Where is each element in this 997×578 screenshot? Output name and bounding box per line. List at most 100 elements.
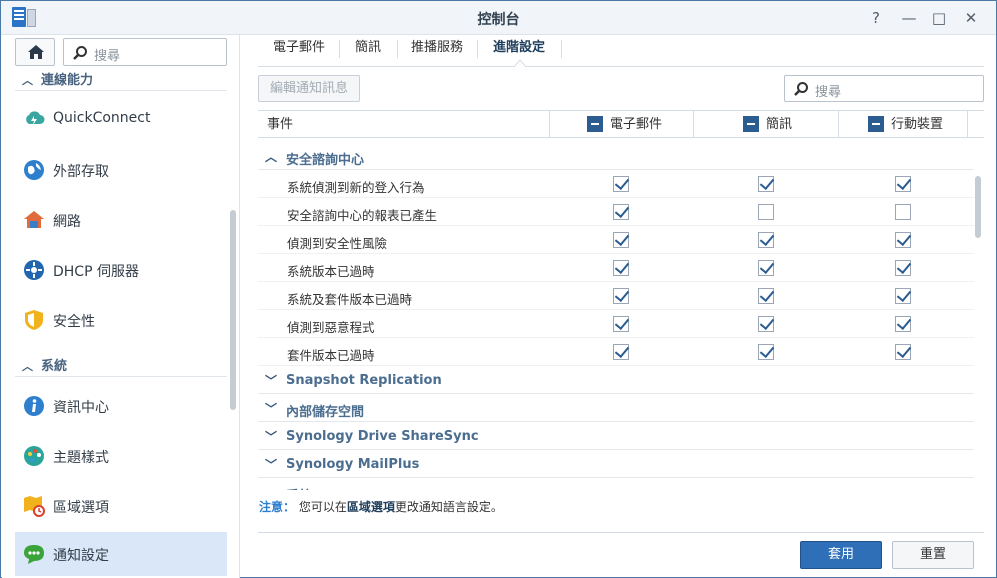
table-row: 套件版本已過時	[258, 338, 974, 366]
select-all-mobile-checkbox[interactable]	[868, 116, 884, 132]
header-separator	[967, 111, 968, 138]
info-icon	[24, 396, 44, 416]
mobile-checkbox[interactable]	[895, 176, 911, 192]
search-icon	[794, 82, 808, 96]
header-mobile: 行動裝置	[891, 117, 944, 132]
group-drive-sharesync[interactable]: ﹀ Synology Drive ShareSync	[258, 422, 974, 450]
title-bar: 控制台 ? — □ ✕	[1, 1, 996, 35]
maximize-button[interactable]: □	[928, 8, 950, 28]
sms-checkbox[interactable]	[758, 204, 774, 220]
group-snapshot-replication[interactable]: ﹀ Snapshot Replication	[258, 366, 974, 394]
sidebar-search-input[interactable]: 搜尋	[63, 38, 227, 66]
regional-options-icon	[24, 496, 45, 517]
edit-notification-message-button[interactable]: 編輯通知訊息	[258, 75, 360, 102]
dhcp-icon	[24, 260, 44, 280]
grid-scrollbar[interactable]	[975, 176, 981, 238]
table-row: 偵測到惡意程式	[258, 310, 974, 338]
group-mailplus[interactable]: ﹀ Synology MailPlus	[258, 450, 974, 478]
table-row: 系統偵測到新的登入行為	[258, 170, 974, 198]
reset-button[interactable]: 重置	[892, 541, 974, 569]
network-icon	[24, 211, 44, 228]
tab-push-service[interactable]: 推播服務	[398, 35, 476, 66]
sidebar-item-quickconnect[interactable]: QuickConnect	[15, 97, 227, 141]
email-checkbox[interactable]	[613, 204, 629, 220]
table-row: 系統及套件版本已過時	[258, 282, 974, 310]
group-system[interactable]: ︿ 系統	[258, 478, 974, 490]
mobile-checkbox[interactable]	[895, 232, 911, 248]
tab-separator	[561, 40, 562, 58]
section-system[interactable]: ︿ 系統	[22, 355, 67, 374]
external-access-icon	[24, 160, 44, 180]
header-event: 事件	[267, 117, 294, 132]
event-search-input[interactable]: 搜尋	[784, 75, 984, 102]
close-button[interactable]: ✕	[960, 8, 982, 28]
header-separator	[549, 111, 550, 138]
sidebar-item-dhcp[interactable]: DHCP 伺服器	[15, 248, 227, 292]
home-button[interactable]	[15, 38, 55, 66]
home-icon	[28, 45, 44, 59]
sms-checkbox[interactable]	[758, 316, 774, 332]
header-email: 電子郵件	[610, 117, 663, 132]
email-checkbox[interactable]	[613, 260, 629, 276]
table-row: 系統版本已過時	[258, 254, 974, 282]
mobile-checkbox[interactable]	[895, 288, 911, 304]
search-icon	[73, 46, 87, 60]
sidebar-search-placeholder: 搜尋	[94, 49, 121, 64]
sidebar-item-theme[interactable]: 主題樣式	[15, 434, 227, 478]
event-search-placeholder: 搜尋	[815, 85, 842, 100]
mobile-checkbox[interactable]	[895, 204, 911, 220]
email-checkbox[interactable]	[613, 316, 629, 332]
tab-bar: 電子郵件 簡訊 推播服務 進階設定	[258, 35, 984, 67]
footer-divider	[258, 532, 984, 533]
select-all-sms-checkbox[interactable]	[743, 116, 759, 132]
mobile-checkbox[interactable]	[895, 344, 911, 360]
notification-event-grid: 事件 電子郵件 簡訊 行動裝置 ︿ 安全諮詢中心 系統偵測到新的登入行為 安全諮…	[258, 110, 984, 490]
email-checkbox[interactable]	[613, 176, 629, 192]
tab-sms[interactable]: 簡訊	[340, 35, 396, 66]
email-checkbox[interactable]	[613, 288, 629, 304]
notification-icon	[24, 545, 44, 564]
sidebar-item-notification[interactable]: 通知設定	[15, 532, 227, 576]
group-security-advisor[interactable]: ︿ 安全諮詢中心	[258, 142, 974, 170]
sms-checkbox[interactable]	[758, 260, 774, 276]
chevron-down-icon: ﹀	[265, 402, 278, 416]
header-sms: 簡訊	[766, 117, 793, 132]
sidebar-item-regional-options[interactable]: 區域選項	[15, 484, 227, 528]
header-separator	[693, 111, 694, 138]
divider	[15, 376, 227, 377]
tab-email[interactable]: 電子郵件	[260, 35, 338, 66]
minimize-button[interactable]: —	[898, 8, 920, 28]
chevron-down-icon: ﹀	[265, 374, 278, 388]
language-note: 注意： 您可以在區域選項更改通知語言設定。	[259, 500, 503, 514]
control-panel-window: 控制台 ? — □ ✕ 搜尋 ︿ 連線能力 QuickConnect 外部存取 網…	[0, 0, 997, 578]
section-connectivity[interactable]: ︿ 連線能力	[22, 69, 93, 88]
help-button[interactable]: ?	[865, 8, 887, 28]
sms-checkbox[interactable]	[758, 176, 774, 192]
mobile-checkbox[interactable]	[895, 316, 911, 332]
quickconnect-icon	[26, 111, 45, 125]
regional-options-link[interactable]: 區域選項	[347, 500, 395, 514]
email-checkbox[interactable]	[613, 232, 629, 248]
group-internal-storage[interactable]: ﹀ 內部儲存空間	[258, 394, 974, 422]
select-all-email-checkbox[interactable]	[587, 116, 603, 132]
email-checkbox[interactable]	[613, 344, 629, 360]
apply-button[interactable]: 套用	[800, 541, 882, 569]
grid-header: 事件 電子郵件 簡訊 行動裝置	[258, 111, 984, 138]
chevron-up-icon: ︿	[22, 74, 33, 87]
chevron-up-icon: ︿	[265, 484, 277, 490]
chevron-down-icon: ﹀	[265, 430, 278, 444]
chevron-down-icon: ﹀	[265, 458, 278, 472]
header-separator	[838, 111, 839, 138]
sms-checkbox[interactable]	[758, 232, 774, 248]
mobile-checkbox[interactable]	[895, 260, 911, 276]
window-title: 控制台	[477, 12, 520, 28]
sms-checkbox[interactable]	[758, 344, 774, 360]
sidebar-item-external-access[interactable]: 外部存取	[15, 148, 227, 192]
sidebar-item-security[interactable]: 安全性	[15, 298, 227, 342]
sidebar-item-network[interactable]: 網路	[15, 198, 227, 242]
sidebar-item-info-center[interactable]: 資訊中心	[15, 384, 227, 428]
sms-checkbox[interactable]	[758, 288, 774, 304]
sidebar-scrollbar[interactable]	[230, 210, 236, 410]
table-row: 安全諮詢中心的報表已產生	[258, 198, 974, 226]
active-tab-indicator	[514, 59, 526, 67]
